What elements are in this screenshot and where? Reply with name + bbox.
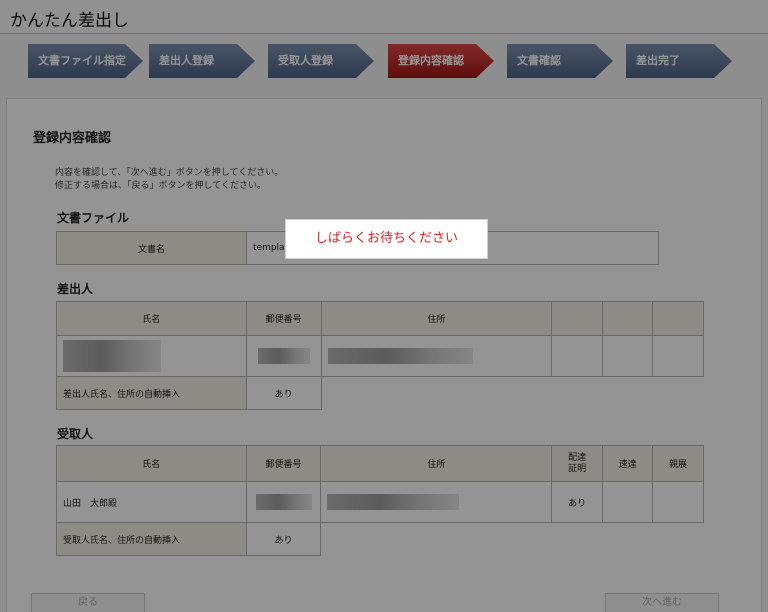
loading-message: しばらくお待ちください xyxy=(314,231,458,246)
loading-overlay xyxy=(0,0,768,612)
app-window: かんたん差出し 文書ファイル指定 差出人登録 受取人登録 登録内容確認 文書確認… xyxy=(0,0,768,612)
loading-dialog: しばらくお待ちください xyxy=(285,219,488,259)
